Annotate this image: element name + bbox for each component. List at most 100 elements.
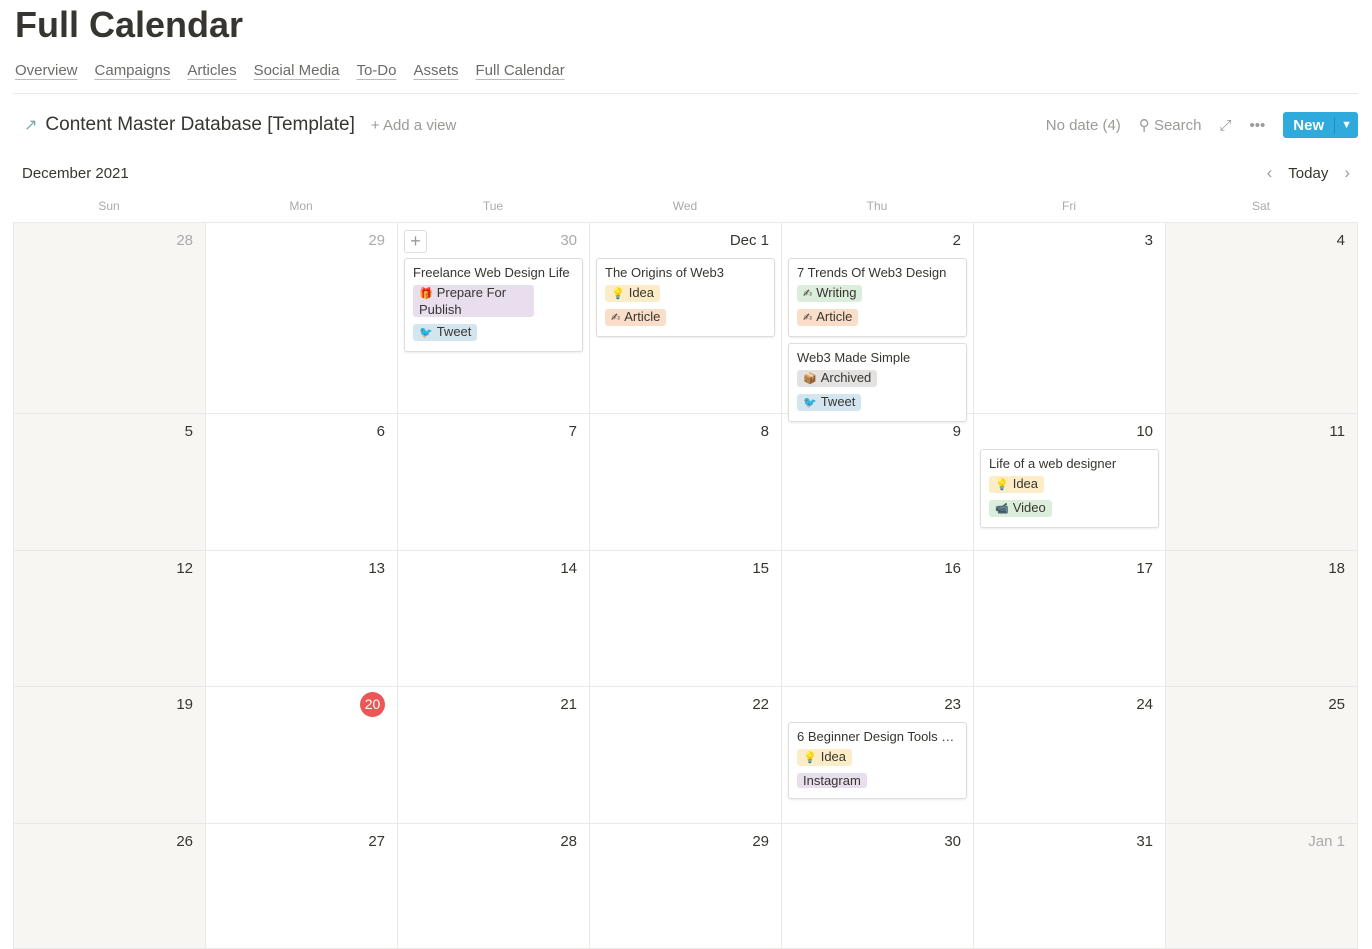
tag-label: Article (816, 309, 853, 324)
calendar-day[interactable]: 11 (1166, 414, 1358, 551)
calendar-week: 26 27 28 29 30 31 Jan 1 (14, 824, 1358, 949)
tab-articles[interactable]: Articles (187, 62, 236, 79)
calendar-day[interactable]: 13 (206, 551, 398, 687)
calendar-day[interactable]: 18 (1166, 551, 1358, 687)
day-number: 7 (404, 421, 583, 443)
calendar-day[interactable]: 21 (398, 687, 590, 824)
search-button[interactable]: ⚲ Search (1139, 116, 1202, 134)
day-label: 18 (1328, 560, 1345, 577)
chevron-down-icon[interactable]: ▼ (1335, 119, 1358, 131)
event-tag: 🐦 Tweet (413, 324, 478, 341)
calendar-day[interactable]: 31 (974, 824, 1166, 949)
tab-campaigns[interactable]: Campaigns (95, 62, 171, 79)
calendar-nav: ‹ Today › (1267, 163, 1350, 183)
weekday-tue: Tue (482, 199, 504, 213)
day-number: 2 (788, 230, 967, 252)
calendar-day[interactable]: 14 (398, 551, 590, 687)
day-number: 29 (596, 831, 775, 853)
add-view-label: Add a view (382, 116, 457, 134)
event-title: 6 Beginner Design Tools For Web3 (797, 729, 958, 744)
day-label: 8 (760, 423, 769, 440)
new-button-label[interactable]: New (1283, 116, 1336, 134)
tag-emoji-icon: 🎁 (419, 288, 433, 300)
calendar-day[interactable]: 3 (974, 223, 1166, 414)
event-card[interactable]: Web3 Made Simple 📦 Archived🐦 Tweet (788, 343, 967, 422)
calendar-day[interactable]: 24 (974, 687, 1166, 824)
chevron-left-icon[interactable]: ‹ (1267, 163, 1273, 183)
day-number: Jan 1 (1172, 831, 1351, 853)
day-number: 31 (980, 831, 1159, 853)
day-number: 24 (980, 694, 1159, 716)
calendar-day[interactable]: 25 (1166, 687, 1358, 824)
calendar-day[interactable]: 4 (1166, 223, 1358, 414)
calendar-day[interactable]: 15 (590, 551, 782, 687)
event-tag: 🎁 Prepare For Publish (413, 285, 534, 317)
tag-label: Writing (816, 285, 857, 300)
calendar-day[interactable]: Dec 1 The Origins of Web3 💡 Idea ✍ Article (590, 223, 782, 414)
event-card[interactable]: Life of a web designer 💡 Idea📹 Video (980, 449, 1159, 528)
calendar-day[interactable]: 19 (14, 687, 206, 824)
calendar-day[interactable]: 20 (206, 687, 398, 824)
event-tag: ✍ Article (797, 309, 859, 326)
tag-label: Idea (1012, 476, 1039, 491)
event-tag: 💡 Idea (797, 749, 853, 766)
event-card[interactable]: 6 Beginner Design Tools For Web3 💡Idea Ins… (788, 722, 967, 799)
calendar-day[interactable]: 9 (782, 414, 974, 551)
day-number: 23 (788, 694, 967, 716)
add-view-button[interactable]: + Add a view (371, 117, 456, 134)
event-tag: 📦 Archived (797, 370, 878, 387)
tab-to-do[interactable]: To-Do (356, 62, 396, 79)
calendar-day[interactable]: 7 (398, 414, 590, 551)
calendar-day[interactable]: 16 (782, 551, 974, 687)
tab-full-calendar[interactable]: Full Calendar (476, 62, 565, 79)
event-card[interactable]: 7 Trends Of Web3 Design ✍ Writing✍ Article (788, 258, 967, 337)
day-label: 24 (1136, 696, 1153, 713)
day-number: 22 (596, 694, 775, 716)
calendar-day[interactable]: 27 (206, 824, 398, 949)
day-number: 10 (980, 421, 1159, 443)
calendar-day[interactable]: 29 (206, 223, 398, 414)
calendar-day[interactable]: 17 (974, 551, 1166, 687)
today-button[interactable]: Today (1288, 165, 1328, 182)
calendar-day[interactable]: 30 (782, 824, 974, 949)
day-label: 15 (752, 560, 769, 577)
weekday-mon: Mon (289, 199, 313, 213)
calendar-day[interactable]: 28 (398, 824, 590, 949)
day-label: 26 (176, 833, 193, 850)
tab-social-media[interactable]: Social Media (254, 62, 340, 79)
no-date-button[interactable]: No date (4) (1046, 117, 1121, 134)
tag-label: Idea (628, 285, 655, 300)
tab-overview[interactable]: Overview (15, 62, 78, 79)
calendar-day[interactable]: 28 (14, 223, 206, 414)
event-card[interactable]: The Origins of Web3 💡 Idea ✍ Article (596, 258, 775, 337)
day-label: 21 (560, 696, 577, 713)
calendar-day[interactable]: 5 (14, 414, 206, 551)
event-tag: 💡 Idea (605, 285, 661, 302)
calendar-day[interactable]: 12 (14, 551, 206, 687)
calendar-day[interactable]: 27 Trends Of Web3 Design ✍ Writing✍ Article… (782, 223, 974, 422)
event-title: 7 Trends Of Web3 Design (797, 265, 947, 280)
day-number: 11 (1172, 421, 1351, 443)
event-card[interactable]: Freelance Web Design Life 🎁 Prepare For Pu… (404, 258, 583, 352)
tab-assets[interactable]: Assets (413, 62, 458, 79)
calendar-day[interactable]: 6 (206, 414, 398, 551)
calendar-day[interactable]: +30 Freelance Web Design Life 🎁 Prepare For… (398, 223, 590, 414)
calendar-day[interactable]: 10 Life of a web designer 💡 Idea📹 Video (974, 414, 1166, 551)
chevron-right-icon[interactable]: › (1344, 163, 1350, 183)
calendar-day[interactable]: Jan 1 (1166, 824, 1358, 949)
tag-label: Archived (820, 370, 872, 385)
page-title: Full Calendar (15, 4, 244, 45)
calendar-day[interactable]: 22 (590, 687, 782, 824)
database-title[interactable]: Content Master Database [Template] (45, 114, 354, 136)
day-label: 10 (1136, 423, 1153, 440)
day-number: 13 (212, 558, 391, 580)
add-event-button[interactable]: + (404, 230, 427, 253)
calendar-day[interactable]: 8 (590, 414, 782, 551)
tag-label: Tweet (436, 324, 472, 339)
calendar-day[interactable]: 29 (590, 824, 782, 949)
calendar-day[interactable]: 26 (14, 824, 206, 949)
database-toolbar: No date (4) ⚲ Search ⤢ ••• New ▼ (1046, 112, 1358, 138)
calendar-day[interactable]: 236 Beginner Design Tools For Web3💡IdeaI… (782, 687, 974, 824)
more-icon[interactable]: ••• (1250, 117, 1266, 134)
expand-icon[interactable]: ⤢ (1219, 117, 1231, 134)
